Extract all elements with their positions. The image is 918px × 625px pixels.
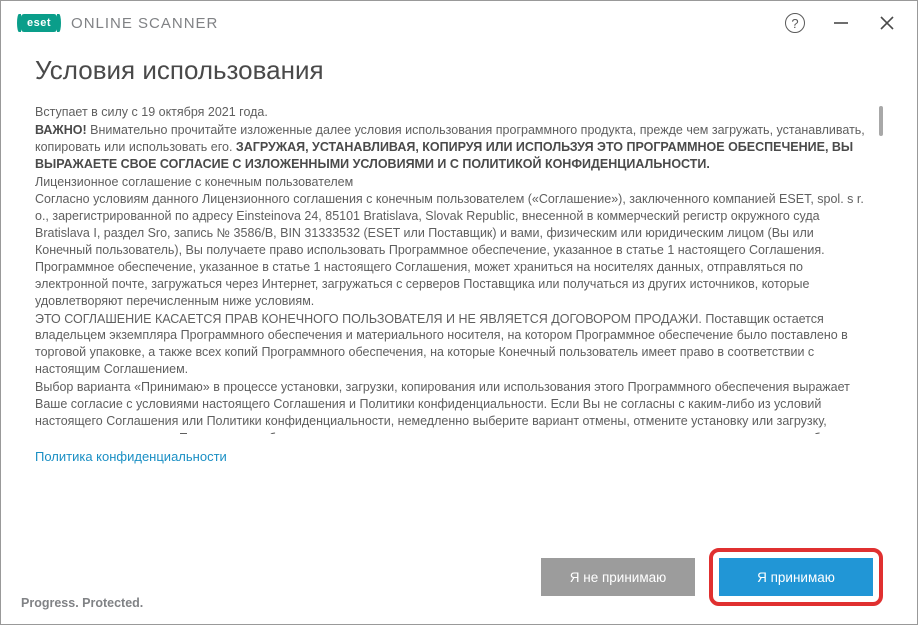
titlebar: eset ONLINE SCANNER ?: [1, 1, 917, 41]
window-controls: ?: [785, 13, 897, 33]
accept-button[interactable]: Я принимаю: [719, 558, 873, 596]
terms-paragraph-2: ЭТО СОГЛАШЕНИЕ КАСАЕТСЯ ПРАВ КОНЕЧНОГО П…: [35, 311, 869, 379]
accept-highlight: Я принимаю: [709, 548, 883, 606]
scrollbar-thumb[interactable]: [879, 106, 883, 136]
eula-heading: Лицензионное соглашение с конечным польз…: [35, 174, 869, 191]
help-icon[interactable]: ?: [785, 13, 805, 33]
terms-text: Вступает в силу с 19 октября 2021 года. …: [35, 104, 869, 434]
content-area: Условия использования Вступает в силу с …: [1, 41, 917, 522]
privacy-policy-link[interactable]: Политика конфиденциальности: [35, 449, 227, 464]
terms-paragraph-1: Согласно условиям данного Лицензионного …: [35, 191, 869, 309]
effective-date: Вступает в силу с 19 октября 2021 года.: [35, 104, 869, 121]
footer-tagline: Progress. Protected.: [21, 596, 143, 610]
links-row: Политика конфиденциальности: [35, 434, 883, 466]
close-icon[interactable]: [877, 13, 897, 33]
important-notice: ВАЖНО! Внимательно прочитайте изложенные…: [35, 122, 869, 173]
terms-paragraph-3: Выбор варианта «Принимаю» в процессе уст…: [35, 379, 869, 434]
brand-badge: eset: [21, 14, 57, 32]
decline-button[interactable]: Я не принимаю: [541, 558, 695, 596]
page-title: Условия использования: [35, 55, 883, 86]
important-label: ВАЖНО!: [35, 123, 87, 137]
terms-scroll-area[interactable]: Вступает в силу с 19 октября 2021 года. …: [35, 104, 883, 434]
brand-text: ONLINE SCANNER: [71, 15, 218, 32]
app-window: eset ONLINE SCANNER ? Условия использова…: [0, 0, 918, 625]
minimize-icon[interactable]: [831, 13, 851, 33]
brand-logo: eset ONLINE SCANNER: [21, 14, 218, 32]
